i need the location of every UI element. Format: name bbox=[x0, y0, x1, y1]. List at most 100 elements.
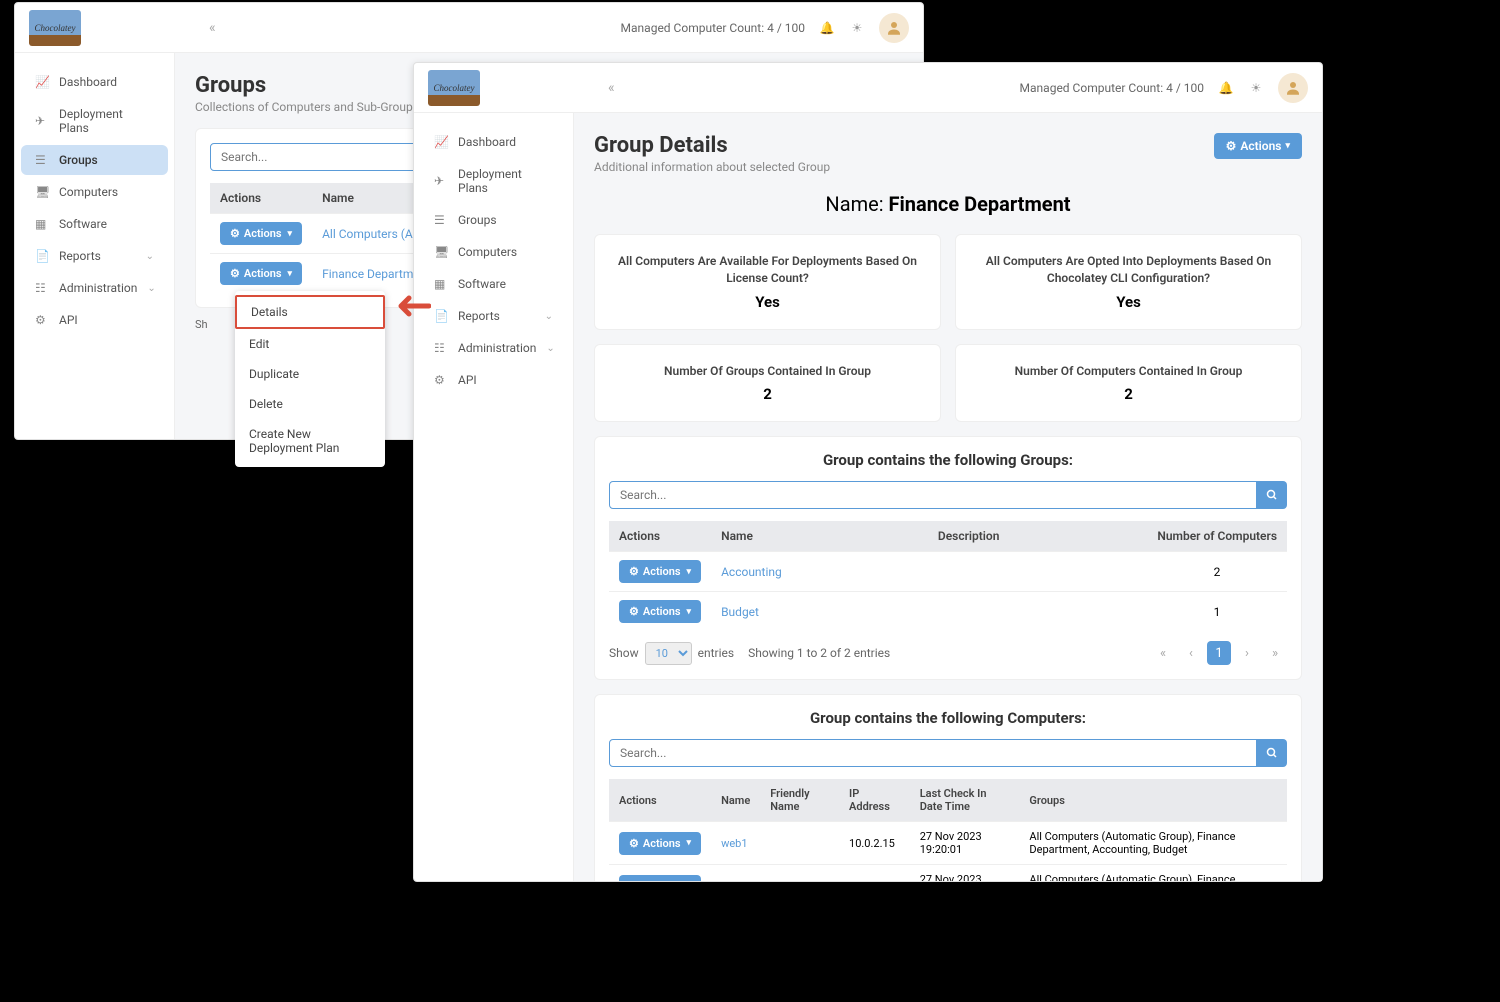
chevron-down-icon: ⌄ bbox=[146, 251, 154, 262]
row-actions-button[interactable]: Actions bbox=[619, 560, 701, 583]
table-row: Actions web2 10.0.2.15 27 Nov 2023 19:20… bbox=[609, 865, 1287, 881]
sidebar-item-computers[interactable]: 🖥Computers bbox=[420, 237, 567, 267]
actions-dropdown: Details Edit Duplicate Delete Create New… bbox=[235, 291, 385, 467]
contained-computers-panel: Group contains the following Computers: … bbox=[594, 694, 1302, 881]
chart-icon: 📈 bbox=[434, 135, 448, 149]
page-next[interactable]: › bbox=[1235, 641, 1259, 665]
row-actions-button[interactable]: Actions bbox=[619, 832, 701, 855]
row-actions-button[interactable]: Actions bbox=[220, 262, 302, 285]
search-button[interactable] bbox=[1257, 481, 1287, 509]
sidebar: 📈Dashboard ✈Deployment Plans ☰Groups 🖥Co… bbox=[15, 53, 175, 439]
main-content: Group Details Additional information abo… bbox=[574, 113, 1322, 881]
logo[interactable]: Chocolatey bbox=[428, 70, 480, 106]
monitor-icon: 🖥 bbox=[35, 185, 49, 199]
search-input[interactable] bbox=[609, 739, 1257, 767]
sidebar-item-reports[interactable]: 📄Reports⌄ bbox=[420, 301, 567, 331]
pagination: Show 10 entries Showing 1 to 2 of 2 entr… bbox=[609, 641, 1287, 665]
table-row: Actions Accounting 2 bbox=[609, 552, 1287, 592]
dropdown-item-duplicate[interactable]: Duplicate bbox=[235, 359, 385, 389]
avatar[interactable] bbox=[1278, 73, 1308, 103]
sidebar-item-computers[interactable]: 🖥Computers bbox=[21, 177, 168, 207]
plane-icon: ✈ bbox=[434, 174, 448, 188]
sidebar-collapse-icon[interactable]: « bbox=[209, 20, 216, 36]
computer-link[interactable]: web2 bbox=[721, 880, 747, 881]
dropdown-item-edit[interactable]: Edit bbox=[235, 329, 385, 359]
sidebar-item-deployment-plans[interactable]: ✈Deployment Plans bbox=[420, 159, 567, 203]
logo[interactable]: Chocolatey bbox=[29, 10, 81, 46]
avatar[interactable] bbox=[879, 13, 909, 43]
sidebar-item-groups[interactable]: ☰Groups bbox=[420, 205, 567, 235]
theme-icon[interactable]: ☀ bbox=[849, 20, 865, 36]
row-actions-button[interactable]: Actions bbox=[619, 875, 701, 881]
group-name-heading: Name: Finance Department bbox=[594, 192, 1302, 216]
stat-card: All Computers Are Opted Into Deployments… bbox=[955, 234, 1302, 330]
search-input[interactable] bbox=[609, 481, 1257, 509]
sidebar-item-api[interactable]: ⚙API bbox=[21, 305, 168, 335]
page-first[interactable]: « bbox=[1151, 641, 1175, 665]
sidebar-item-software[interactable]: ▦Software bbox=[21, 209, 168, 239]
managed-count: Managed Computer Count: 4 / 100 bbox=[1020, 81, 1204, 95]
grid-icon: ▦ bbox=[35, 217, 49, 231]
computers-table: Actions Name Friendly Name IP Address La… bbox=[609, 779, 1287, 881]
group-details-window: Chocolatey « Managed Computer Count: 4 /… bbox=[413, 62, 1323, 882]
layers-icon: ☰ bbox=[434, 213, 448, 227]
sidebar-item-api[interactable]: ⚙API bbox=[420, 365, 567, 395]
managed-count: Managed Computer Count: 4 / 100 bbox=[621, 21, 805, 35]
row-actions-button[interactable]: Actions bbox=[619, 600, 701, 623]
page-last[interactable]: » bbox=[1263, 641, 1287, 665]
section-title: Group contains the following Computers: bbox=[609, 709, 1287, 727]
dropdown-item-create-plan[interactable]: Create New Deployment Plan bbox=[235, 419, 385, 463]
chart-icon: 📈 bbox=[35, 75, 49, 89]
computer-link[interactable]: web1 bbox=[721, 837, 747, 850]
sidebar: 📈Dashboard ✈Deployment Plans ☰Groups 🖥Co… bbox=[414, 113, 574, 881]
chevron-down-icon: ⌄ bbox=[147, 283, 155, 294]
contained-groups-panel: Group contains the following Groups: Act… bbox=[594, 436, 1302, 680]
file-icon: 📄 bbox=[434, 309, 448, 323]
sidebar-collapse-icon[interactable]: « bbox=[608, 80, 615, 96]
groups-table: Actions Name Description Number of Compu… bbox=[609, 521, 1287, 631]
sidebar-item-groups[interactable]: ☰Groups bbox=[21, 145, 168, 175]
page-size-select[interactable]: 10 bbox=[645, 642, 692, 665]
stat-card: Number Of Computers Contained In Group2 bbox=[955, 344, 1302, 423]
layers-icon: ☰ bbox=[35, 153, 49, 167]
page-subtitle: Additional information about selected Gr… bbox=[594, 160, 830, 174]
stats-cards: All Computers Are Available For Deployme… bbox=[594, 234, 1302, 422]
sliders-icon: ☷ bbox=[434, 341, 448, 355]
page-title: Group Details bbox=[594, 133, 830, 158]
page-actions-button[interactable]: Actions bbox=[1214, 133, 1302, 159]
annotation-arrow-icon bbox=[393, 293, 431, 319]
gear-icon: ⚙ bbox=[434, 373, 448, 387]
sidebar-item-dashboard[interactable]: 📈Dashboard bbox=[21, 67, 168, 97]
dropdown-item-details[interactable]: Details bbox=[235, 295, 385, 329]
sidebar-item-administration[interactable]: ☷Administration⌄ bbox=[21, 273, 168, 303]
table-row: Actions Budget 1 bbox=[609, 592, 1287, 632]
bell-icon[interactable]: 🔔 bbox=[1218, 80, 1234, 96]
chevron-down-icon: ⌄ bbox=[546, 343, 554, 354]
section-title: Group contains the following Groups: bbox=[609, 451, 1287, 469]
chevron-down-icon: ⌄ bbox=[545, 311, 553, 322]
gear-icon: ⚙ bbox=[35, 313, 49, 327]
file-icon: 📄 bbox=[35, 249, 49, 263]
sidebar-item-administration[interactable]: ☷Administration⌄ bbox=[420, 333, 567, 363]
sidebar-item-software[interactable]: ▦Software bbox=[420, 269, 567, 299]
sidebar-item-reports[interactable]: 📄Reports⌄ bbox=[21, 241, 168, 271]
stat-card: All Computers Are Available For Deployme… bbox=[594, 234, 941, 330]
header: Chocolatey « Managed Computer Count: 4 /… bbox=[414, 63, 1322, 113]
sliders-icon: ☷ bbox=[35, 281, 49, 295]
sidebar-item-dashboard[interactable]: 📈Dashboard bbox=[420, 127, 567, 157]
table-row: Actions web1 10.0.2.15 27 Nov 2023 19:20… bbox=[609, 822, 1287, 865]
group-link[interactable]: Accounting bbox=[721, 565, 782, 579]
plane-icon: ✈ bbox=[35, 114, 49, 128]
th-actions: Actions bbox=[210, 183, 312, 214]
row-actions-button[interactable]: Actions bbox=[220, 222, 302, 245]
search-button[interactable] bbox=[1257, 739, 1287, 767]
page-number[interactable]: 1 bbox=[1207, 641, 1231, 665]
sidebar-item-deployment-plans[interactable]: ✈Deployment Plans bbox=[21, 99, 168, 143]
page-prev[interactable]: ‹ bbox=[1179, 641, 1203, 665]
header: Chocolatey « Managed Computer Count: 4 /… bbox=[15, 3, 923, 53]
theme-icon[interactable]: ☀ bbox=[1248, 80, 1264, 96]
bell-icon[interactable]: 🔔 bbox=[819, 20, 835, 36]
group-link[interactable]: Budget bbox=[721, 605, 759, 619]
stat-card: Number Of Groups Contained In Group2 bbox=[594, 344, 941, 423]
dropdown-item-delete[interactable]: Delete bbox=[235, 389, 385, 419]
